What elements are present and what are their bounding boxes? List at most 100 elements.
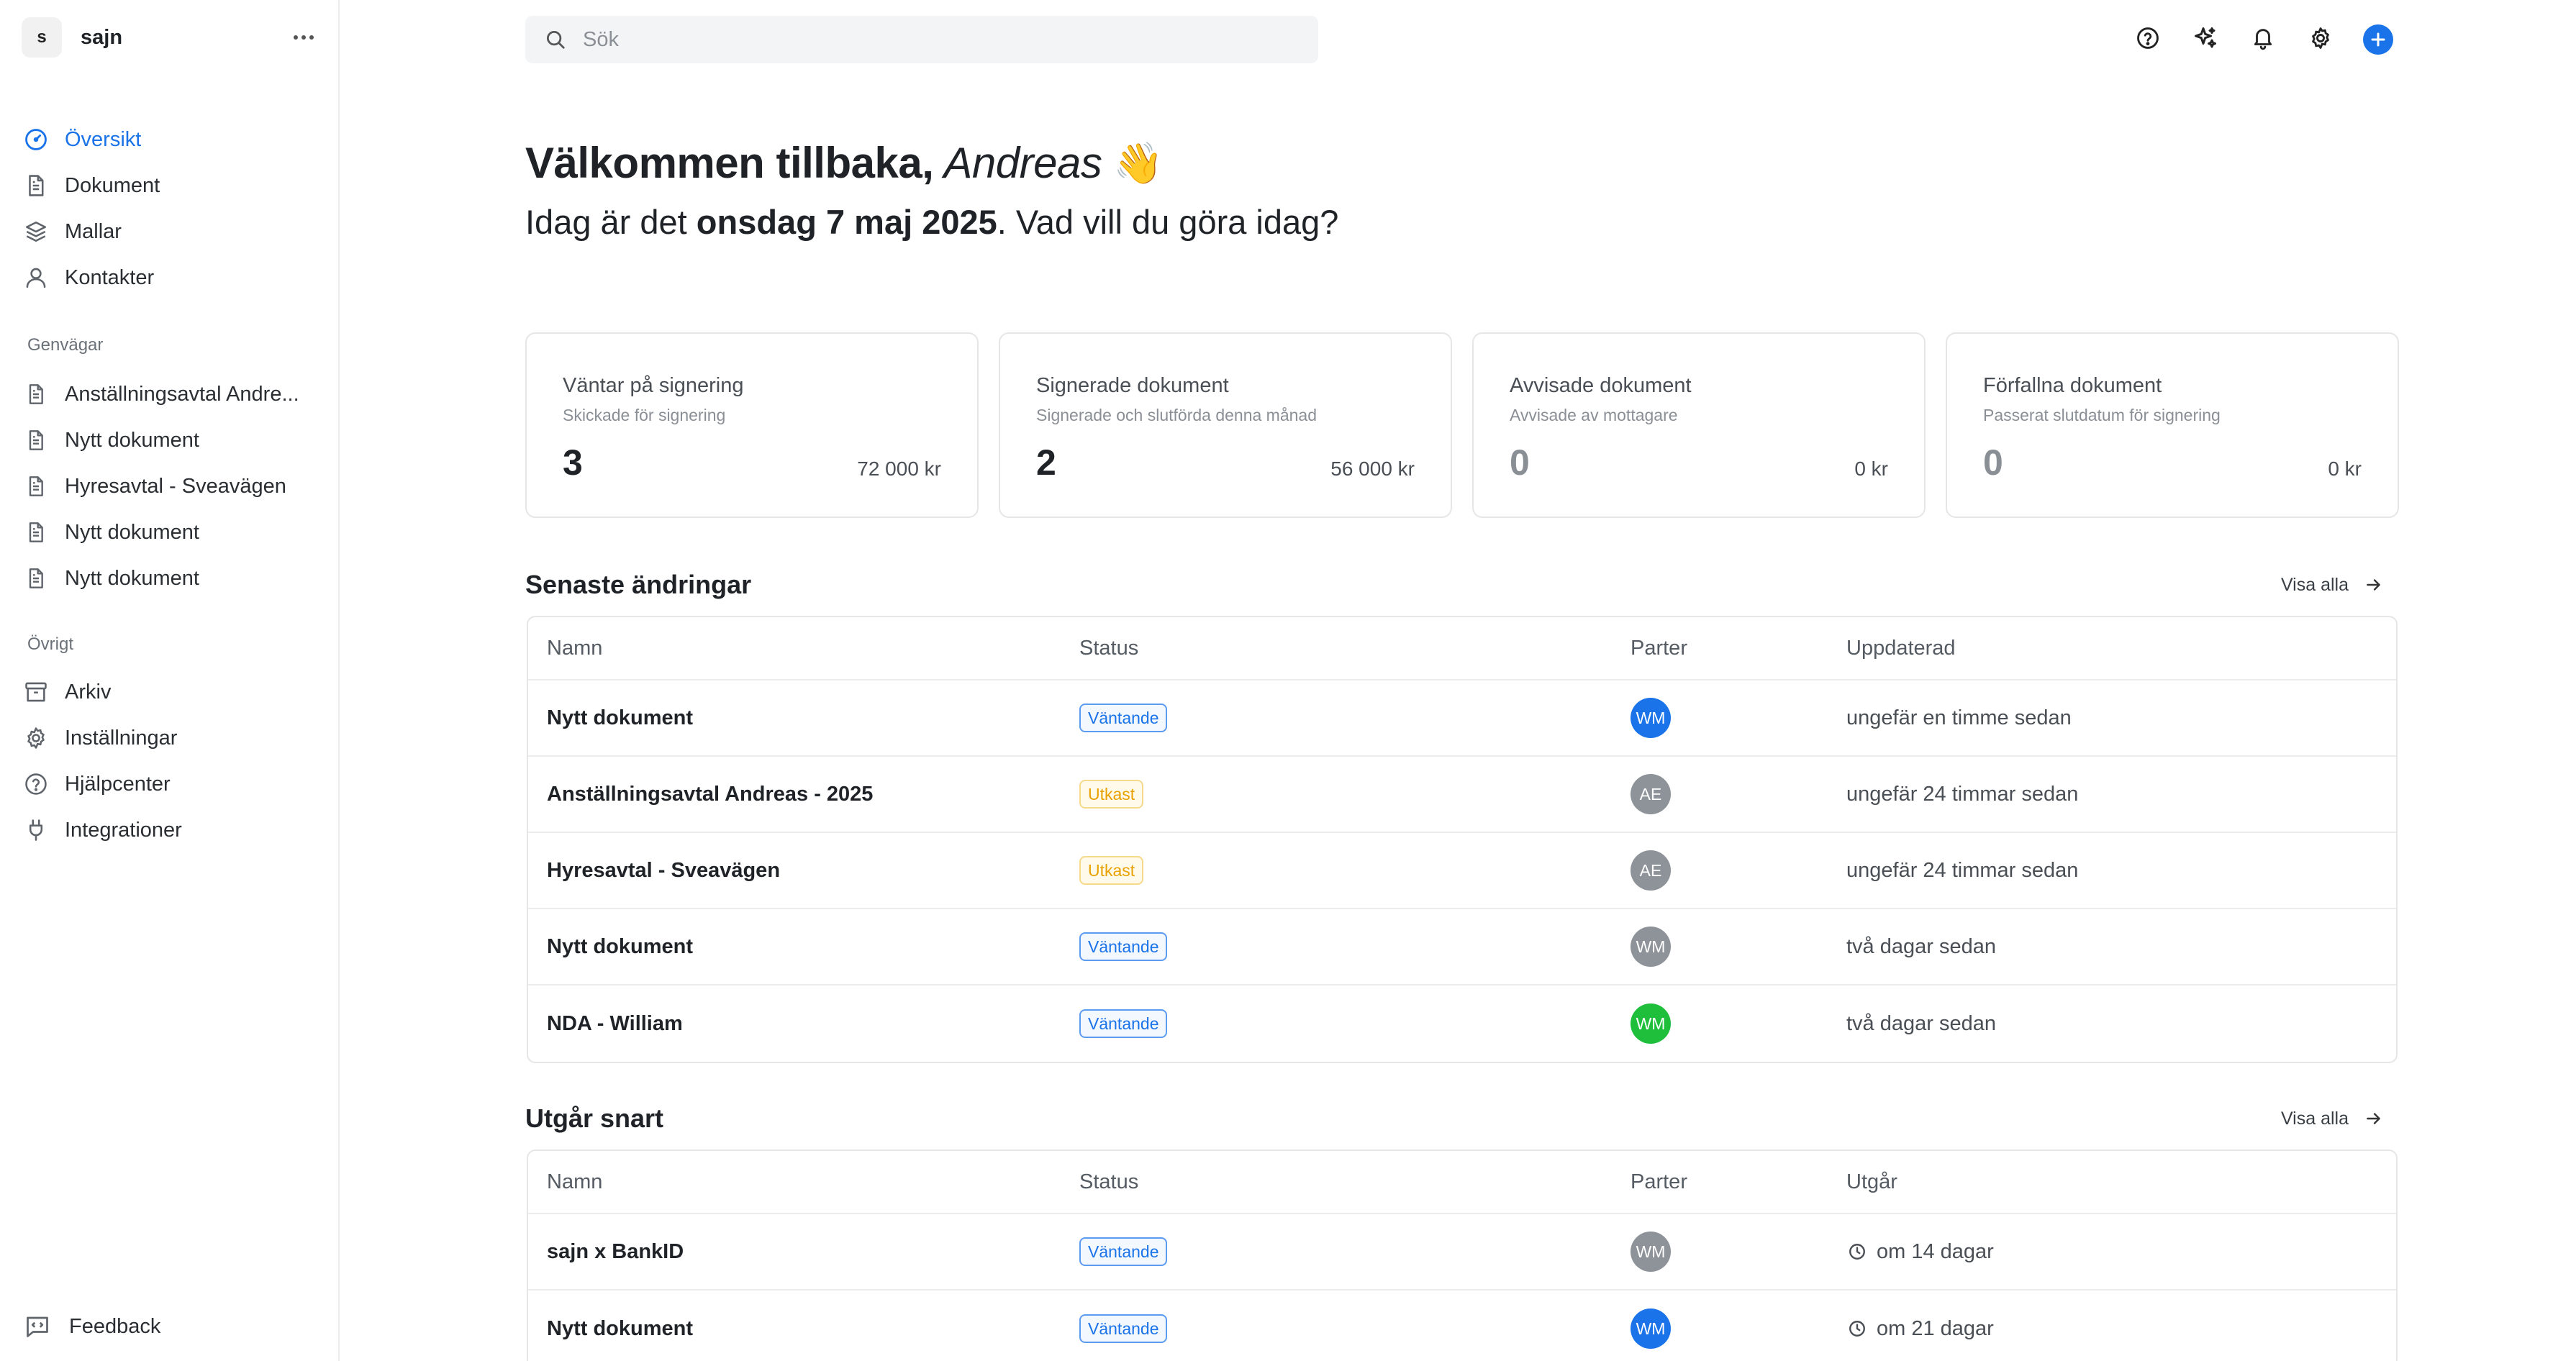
col-header-status[interactable]: Status (1079, 637, 1631, 660)
workspace-switcher[interactable]: s sajn (22, 17, 318, 58)
nav-item-oversikt[interactable]: Översikt (22, 117, 324, 163)
shortcuts-heading: Genvägar (27, 335, 104, 355)
view-all-link[interactable]: Visa alla (2281, 574, 2385, 596)
avatar[interactable]: WM (1631, 927, 1671, 967)
col-header-name[interactable]: Namn (528, 1170, 1079, 1194)
card-amount: 72 000 kr (857, 458, 941, 480)
plug-icon (22, 816, 50, 845)
nav-item-label: Hjälpcenter (65, 772, 171, 796)
nav-item-integrationer[interactable]: Integrationer (22, 807, 324, 853)
status-badge: Utkast (1079, 856, 1144, 885)
gear-icon (2308, 26, 2333, 54)
table-row[interactable]: Nytt dokument Väntande WM ungefär en timme … (528, 680, 2396, 757)
document-name: Nytt dokument (547, 1316, 693, 1340)
shortcut-item[interactable]: Nytt dokument (22, 509, 324, 555)
arrow-right-icon (2363, 1108, 2385, 1129)
help-button[interactable] (2130, 22, 2166, 58)
col-header-expires[interactable]: Utgår (1846, 1170, 2396, 1194)
nav-item-kontakter[interactable]: Kontakter (22, 255, 324, 301)
card-count: 2 (1036, 442, 1056, 483)
recent-rows: Nytt dokument Väntande WM ungefär en timme … (528, 680, 2396, 1062)
plus-icon (2363, 24, 2393, 55)
avatar[interactable]: WM (1631, 1003, 1671, 1044)
nav-item-label: Inställningar (65, 726, 178, 750)
table-header: Namn Status Parter Uppdaterad (528, 617, 2396, 680)
view-all-label: Visa alla (2280, 1108, 2349, 1129)
avatar[interactable]: AE (1631, 774, 1671, 814)
status-cell: Utkast (1079, 780, 1631, 809)
clock-icon (1846, 1241, 1868, 1262)
expiring-section-header: Utgår snart Visa alla (525, 1101, 2399, 1137)
welcome-header: Välkommen tillbaka, Andreas 👋 Idag är de… (525, 138, 1338, 242)
expiring-table: Namn Status Parter Utgår sajn x BankID Vä… (527, 1150, 2398, 1361)
table-row[interactable]: Hyresavtal - Sveavägen Utkast AE ungefär 24… (528, 833, 2396, 909)
nav-item-arkiv[interactable]: Arkiv (22, 669, 324, 715)
search-bar[interactable] (525, 16, 1318, 63)
feedback-button[interactable]: Feedback (22, 1306, 160, 1347)
today-prefix: Idag är det (525, 203, 687, 241)
feedback-label: Feedback (69, 1314, 161, 1338)
shortcut-item[interactable]: Hyresavtal - Sveavägen (22, 463, 324, 509)
table-row[interactable]: sajn x BankID Väntande WM om 14 dagar (528, 1214, 2396, 1291)
card-title: Avvisade dokument (1510, 374, 1692, 397)
document-icon (22, 518, 50, 547)
card-title: Väntar på signering (563, 374, 744, 397)
table-row[interactable]: Anställningsavtal Andreas - 2025 Utkast AE… (528, 757, 2396, 833)
status-cell: Väntande (1079, 1237, 1631, 1266)
nav-item-mallar[interactable]: Mallar (22, 209, 324, 255)
stat-card-signed[interactable]: Signerade dokument Signerade och slutför… (999, 332, 1452, 518)
search-icon (543, 27, 568, 53)
document-icon (22, 380, 50, 409)
table-row[interactable]: Nytt dokument Väntande WM om 21 dagar (528, 1291, 2396, 1361)
card-count: 0 (1983, 442, 2003, 483)
parties-cell: WM (1631, 1308, 1846, 1349)
section-title: Utgår snart (525, 1103, 664, 1133)
stat-card-overdue[interactable]: Förfallna dokument Passerat slutdatum fö… (1946, 332, 2399, 518)
notifications-button[interactable] (2245, 22, 2281, 58)
parties-cell: WM (1631, 698, 1846, 738)
avatar[interactable]: WM (1631, 698, 1671, 738)
shortcut-item[interactable]: Nytt dokument (22, 417, 324, 463)
expiring-rows: sajn x BankID Väntande WM om 14 dagar Nytt d… (528, 1214, 2396, 1361)
col-header-parties[interactable]: Parter (1631, 1170, 1846, 1194)
view-all-link[interactable]: Visa alla (2281, 1108, 2385, 1129)
create-new-button[interactable] (2360, 22, 2396, 58)
nav-item-hjalpcenter[interactable]: Hjälpcenter (22, 761, 324, 807)
table-row[interactable]: NDA - William Väntande WM två dagar sedan (528, 986, 2396, 1062)
search-input[interactable] (583, 27, 1230, 52)
shortcut-label: Anställningsavtal Andre... (65, 382, 299, 406)
app-root: s sajn Översikt Dokument Mallar Kontakte… (0, 0, 2576, 1361)
stat-card-rejected[interactable]: Avvisade dokument Avvisade av mottagare … (1472, 332, 1926, 518)
shortcut-item[interactable]: Nytt dokument (22, 555, 324, 601)
col-header-status[interactable]: Status (1079, 1170, 1631, 1194)
col-header-parties[interactable]: Parter (1631, 637, 1846, 660)
updated-cell: ungefär en timme sedan (1846, 706, 2396, 730)
workspace-name: sajn (81, 25, 123, 49)
welcome-title: Välkommen tillbaka, Andreas 👋 (525, 138, 1338, 188)
status-cell: Väntande (1079, 704, 1631, 732)
ai-sparkle-button[interactable] (2187, 22, 2223, 58)
col-header-updated[interactable]: Uppdaterad (1846, 637, 2396, 660)
card-count: 3 (563, 442, 583, 483)
avatar[interactable]: WM (1631, 1232, 1671, 1272)
avatar[interactable]: AE (1631, 850, 1671, 891)
updated-cell: två dagar sedan (1846, 935, 2396, 959)
col-header-name[interactable]: Namn (528, 637, 1079, 660)
more-icon[interactable] (289, 23, 318, 52)
today-suffix: . Vad vill du göra idag? (997, 203, 1339, 241)
document-name: Nytt dokument (547, 934, 693, 958)
help-circle-icon (22, 770, 50, 798)
nav-item-dokument[interactable]: Dokument (22, 163, 324, 209)
nav-item-installningar[interactable]: Inställningar (22, 715, 324, 761)
shortcut-label: Nytt dokument (65, 520, 199, 544)
settings-button[interactable] (2303, 22, 2339, 58)
table-row[interactable]: Nytt dokument Väntande WM två dagar sedan (528, 909, 2396, 986)
document-icon (22, 472, 50, 501)
stat-card-pending[interactable]: Väntar på signering Skickade för signeri… (525, 332, 979, 518)
document-name: sajn x BankID (547, 1239, 684, 1263)
shortcut-item[interactable]: Anställningsavtal Andre... (22, 371, 324, 417)
document-name: Nytt dokument (547, 706, 693, 729)
expires-text: om 14 dagar (1877, 1239, 1994, 1263)
card-count: 0 (1510, 442, 1530, 483)
avatar[interactable]: WM (1631, 1308, 1671, 1349)
